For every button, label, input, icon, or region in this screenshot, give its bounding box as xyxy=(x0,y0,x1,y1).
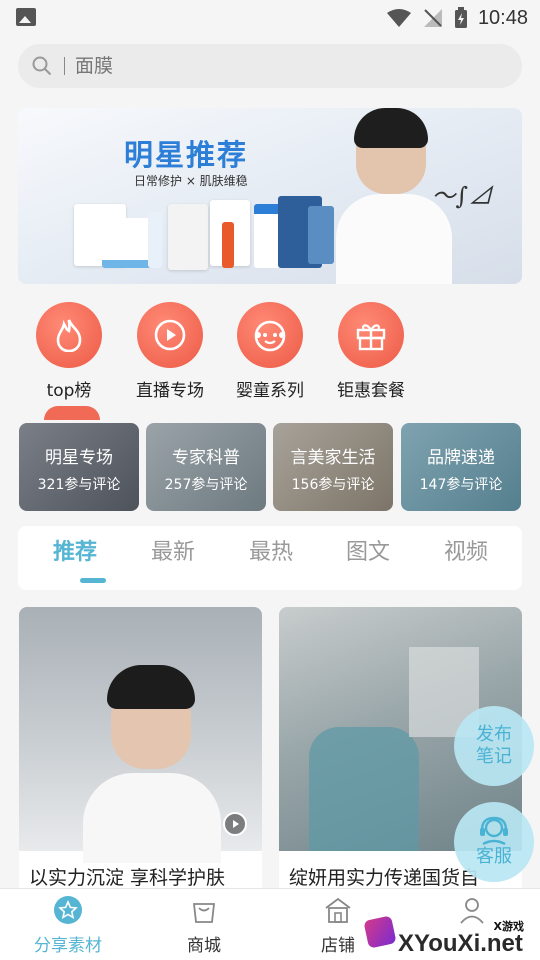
topic-title: 专家科普 xyxy=(172,448,240,468)
service-label: 客服 xyxy=(476,846,512,867)
play-icon[interactable] xyxy=(223,812,247,836)
category-baby[interactable]: 婴童系列 xyxy=(220,302,320,401)
tab-recommend[interactable]: 推荐 xyxy=(35,534,115,566)
post-card[interactable]: 以实力沉淀 享科学护肤 xyxy=(19,607,262,897)
gift-icon xyxy=(338,302,404,368)
status-icons: 10:48 xyxy=(386,4,528,32)
promo-banner[interactable]: 明星推荐 日常修护 × 肌肤维稳 〜∫⊿ xyxy=(18,108,522,284)
nav-label: 分享素材 xyxy=(34,936,102,956)
image-notification-icon xyxy=(16,8,36,26)
star-circle-icon xyxy=(53,895,83,925)
headset-icon xyxy=(480,816,508,846)
topic-title: 品牌速递 xyxy=(427,448,495,468)
feed-tabs: 推荐 最新 最热 图文 视频 xyxy=(18,526,522,590)
post-thumbnail xyxy=(19,607,262,863)
signature: 〜∫⊿ xyxy=(431,182,492,210)
topic-count: 257参与评论 xyxy=(164,477,248,493)
topic-card-brand[interactable]: 品牌速递 147参与评论 xyxy=(401,423,521,511)
topic-count: 321参与评论 xyxy=(37,477,121,493)
publish-note-button[interactable]: 发布 笔记 xyxy=(454,706,534,786)
post-title: 绽妍用实力传递国货自 xyxy=(289,867,480,889)
product-bottle xyxy=(148,212,162,268)
tab-image-text[interactable]: 图文 xyxy=(328,534,408,566)
clock: 10:48 xyxy=(477,6,528,29)
product-box xyxy=(308,206,334,264)
category-bundle[interactable]: 钜惠套餐 xyxy=(321,302,421,401)
play-icon xyxy=(137,302,203,368)
wifi-icon xyxy=(386,9,411,27)
watermark-text: XYouXi.net xyxy=(398,930,523,957)
category-top[interactable]: top榜 xyxy=(19,302,119,401)
battery-charging-icon xyxy=(454,7,467,28)
note-label: 笔记 xyxy=(476,746,512,767)
nav-share-material[interactable]: 分享素材 xyxy=(18,895,118,956)
banner-subtitle: 日常修护 × 肌肤维稳 xyxy=(134,174,248,188)
topic-count: 147参与评论 xyxy=(419,477,503,493)
category-label: top榜 xyxy=(46,381,92,401)
topic-count: 156参与评论 xyxy=(291,477,375,493)
banner-title: 明星推荐 xyxy=(124,138,249,172)
gamepad-logo-icon xyxy=(363,915,397,949)
topic-card-lifestyle[interactable]: 言美家生活 156参与评论 xyxy=(273,423,393,511)
tab-indicator xyxy=(80,578,106,583)
category-label: 直播专场 xyxy=(136,381,204,401)
product-box xyxy=(168,204,208,270)
nav-label: 商城 xyxy=(187,936,221,956)
publish-label: 发布 xyxy=(476,724,512,745)
tab-hottest[interactable]: 最热 xyxy=(231,534,311,566)
celebrity-photo xyxy=(336,108,452,284)
category-label: 钜惠套餐 xyxy=(337,381,405,401)
topic-card-expert[interactable]: 专家科普 257参与评论 xyxy=(146,423,266,511)
search-input[interactable] xyxy=(75,55,455,77)
tab-latest[interactable]: 最新 xyxy=(133,534,213,566)
category-partial xyxy=(44,406,100,420)
flame-icon xyxy=(36,302,102,368)
post-title: 以实力沉淀 享科学护肤 xyxy=(29,867,226,889)
category-live[interactable]: 直播专场 xyxy=(120,302,220,401)
topic-title: 明星专场 xyxy=(45,448,113,468)
no-signal-icon xyxy=(423,9,442,27)
shopping-bag-icon xyxy=(189,895,219,925)
search-caret xyxy=(64,57,65,75)
nav-mall[interactable]: 商城 xyxy=(154,895,254,956)
search-bar[interactable] xyxy=(18,44,522,88)
topic-title: 言美家生活 xyxy=(290,448,376,468)
category-label: 婴童系列 xyxy=(236,381,304,401)
store-icon xyxy=(323,895,353,925)
baby-face-icon xyxy=(237,302,303,368)
product-bottle xyxy=(222,222,234,268)
topic-card-celebrity[interactable]: 明星专场 321参与评论 xyxy=(19,423,139,511)
tab-video[interactable]: 视频 xyxy=(426,534,506,566)
customer-service-button[interactable]: 客服 xyxy=(454,802,534,882)
status-bar: 10:48 xyxy=(0,0,540,36)
site-watermark: X游戏 XYouXi.net xyxy=(362,900,534,957)
search-icon xyxy=(32,56,52,76)
